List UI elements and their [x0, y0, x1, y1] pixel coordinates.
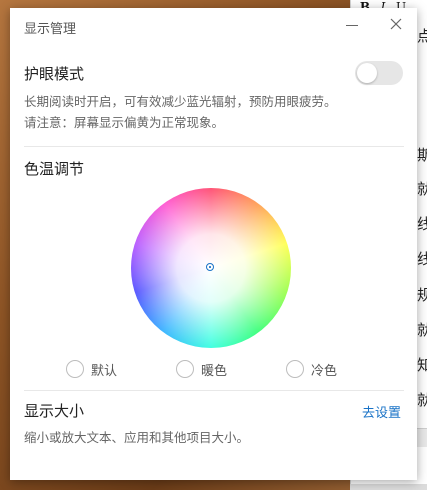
radio-circle-icon: [286, 360, 304, 378]
go-settings-link[interactable]: 去设置: [362, 402, 401, 421]
editor-status-strip: [350, 484, 427, 490]
color-temperature-label: 色温调节: [24, 160, 85, 178]
close-icon: [390, 18, 402, 30]
radio-label: 暖色: [201, 363, 228, 379]
display-size-description: 缩小或放大文本、应用和其他项目大小。: [24, 430, 250, 445]
text-fragment: 就: [417, 181, 427, 197]
eye-protection-toggle[interactable]: [355, 61, 403, 85]
radio-circle-icon: [66, 360, 84, 378]
close-button[interactable]: [386, 12, 406, 36]
radio-label: 冷色: [311, 363, 338, 379]
eye-protection-description-line: 长期阅读时开启，可有效减少蓝光辐射，预防用眼疲劳。: [24, 94, 337, 109]
display-size-label: 显示大小: [24, 402, 85, 420]
eye-protection-label: 护眼模式: [24, 65, 85, 83]
minimize-button[interactable]: [342, 12, 362, 36]
dialog-title: 显示管理: [24, 22, 77, 37]
color-wheel-cursor-icon[interactable]: [206, 263, 214, 271]
divider: [24, 390, 404, 391]
radio-cool[interactable]: 冷色: [286, 358, 337, 380]
eye-protection-description: 长期阅读时开启，可有效减少蓝光辐射，预防用眼疲劳。 请注意：屏幕显示偏黄为正常现…: [24, 91, 337, 133]
radio-label: 默认: [91, 363, 118, 379]
eye-protection-note: 请注意：屏幕显示偏黄为正常现象。: [24, 115, 225, 130]
radio-circle-icon: [176, 360, 194, 378]
editor-text-area[interactable]: 点 斯 就 线 线 规 就 知 就: [417, 14, 427, 454]
text-fragment: 点: [417, 28, 427, 44]
text-fragment: 就: [417, 392, 427, 408]
text-fragment: 就: [417, 322, 427, 338]
radio-default[interactable]: 默认: [66, 358, 117, 380]
display-management-dialog: 显示管理 护眼模式 长期阅读时开启，可有效减少蓝光辐射，预防用眼疲劳。 请注意：…: [10, 8, 417, 480]
color-temperature-wheel[interactable]: [131, 188, 291, 348]
text-fragment: 线: [417, 216, 427, 232]
divider: [24, 146, 404, 147]
text-fragment: 规: [417, 287, 427, 303]
text-fragment: 知: [417, 357, 427, 373]
text-fragment: 斯: [417, 147, 427, 163]
editor-tab[interactable]: [417, 428, 427, 447]
toggle-knob: [357, 63, 377, 83]
text-fragment: 线: [417, 251, 427, 267]
radio-warm[interactable]: 暖色: [176, 358, 227, 380]
